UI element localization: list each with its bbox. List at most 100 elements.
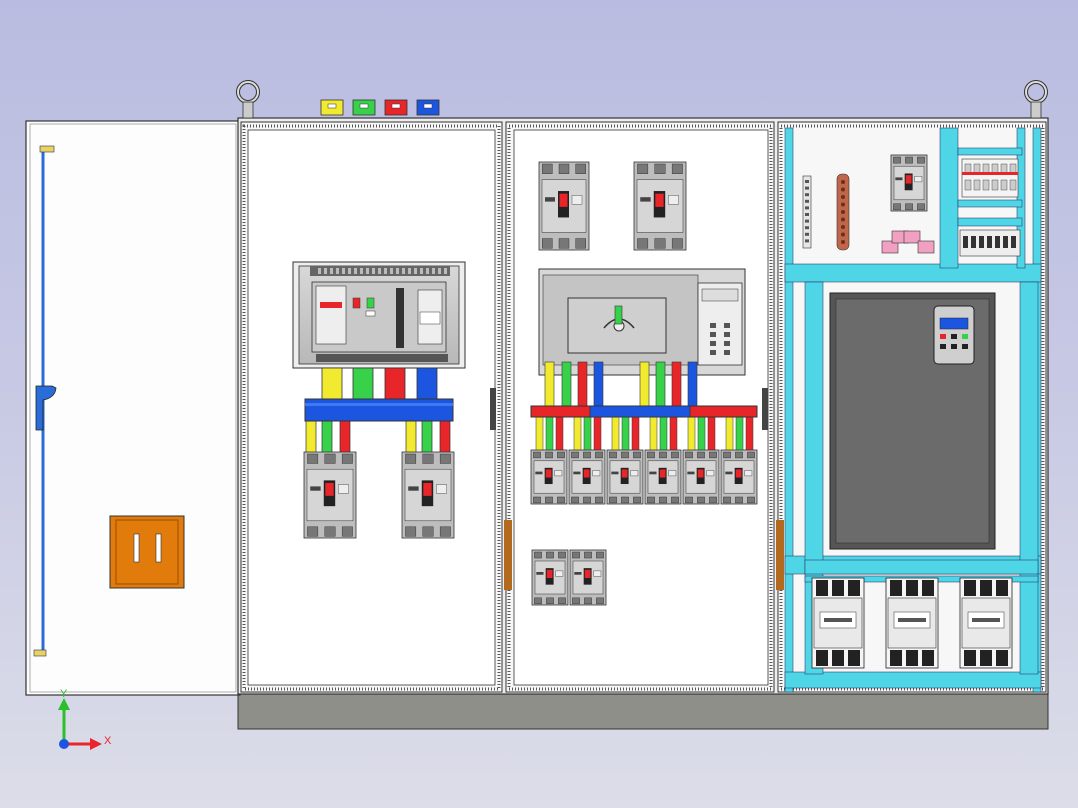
terminal-block <box>903 230 921 244</box>
phase-bar <box>416 367 438 401</box>
terminal <box>979 236 984 248</box>
mcb <box>1009 179 1017 191</box>
phase-bar <box>639 361 650 409</box>
phase-bar <box>384 367 406 401</box>
terminal-point <box>805 186 809 190</box>
phase-drop <box>745 416 754 454</box>
terminal <box>1011 236 1016 248</box>
contactor-icon[interactable] <box>959 577 1013 669</box>
ats-button <box>724 323 730 328</box>
acb-vent <box>384 268 387 274</box>
acb-vent <box>438 268 441 274</box>
terminal <box>971 236 976 248</box>
ats-button <box>710 323 716 328</box>
vfd-panel[interactable] <box>829 292 996 550</box>
ground-bar-hole <box>841 210 845 214</box>
terminal-point <box>805 232 809 236</box>
lifting-eye-icon <box>1024 80 1048 119</box>
phase-drop <box>305 419 317 457</box>
acb-vent <box>354 268 357 274</box>
mounting-rail <box>957 147 1023 156</box>
breaker-icon[interactable] <box>633 161 687 251</box>
phase-drop <box>669 416 678 454</box>
terminal-point <box>805 199 809 203</box>
contactor-icon[interactable] <box>885 577 939 669</box>
acb-vent <box>360 268 363 274</box>
ground-bar-hole <box>841 187 845 192</box>
mounting-rail <box>939 127 959 269</box>
mcb <box>982 179 990 191</box>
acb-vent <box>390 268 393 274</box>
axis-x-label: X <box>104 735 112 747</box>
breaker-icon[interactable] <box>568 449 606 505</box>
breaker-icon[interactable] <box>569 549 607 606</box>
phase-drop <box>535 416 544 454</box>
phase-bar <box>655 361 666 409</box>
ats-button <box>724 350 730 355</box>
phase-drop <box>573 416 582 454</box>
terminal-point <box>805 206 809 210</box>
contactor-icon[interactable] <box>811 577 865 669</box>
phase-drop <box>735 416 744 454</box>
ground-bar-hole <box>841 217 845 222</box>
acb-vent <box>336 268 339 274</box>
acb-vent <box>342 268 345 274</box>
phase-drop <box>321 419 333 457</box>
phase-drop <box>659 416 668 454</box>
mounting-rail <box>957 199 1023 208</box>
changeover-switch[interactable] <box>538 268 746 376</box>
breaker-icon[interactable] <box>720 449 758 505</box>
ats-button <box>710 350 716 355</box>
acb-vent <box>432 268 435 274</box>
breaker-icon[interactable] <box>644 449 682 505</box>
phase-drop <box>707 416 716 454</box>
phase-drop <box>339 419 351 457</box>
phase-drop <box>611 416 620 454</box>
acb-vent <box>402 268 405 274</box>
acb-vent <box>330 268 333 274</box>
breaker-icon[interactable] <box>303 451 357 539</box>
phase-drop <box>439 419 451 457</box>
phase-bar <box>671 361 682 409</box>
phase-drop <box>583 416 592 454</box>
air-circuit-breaker[interactable] <box>292 261 466 369</box>
door-handle[interactable] <box>109 515 185 589</box>
mounting-rail <box>784 127 794 693</box>
ats-button <box>724 332 730 337</box>
mounting-rail <box>784 263 1042 283</box>
phase-drop <box>725 416 734 454</box>
top-terminal-caps <box>320 99 440 116</box>
middle-busbar <box>530 405 758 418</box>
acb-vent <box>372 268 375 274</box>
ground-bar-hole <box>841 232 845 237</box>
breaker-icon[interactable] <box>401 451 455 539</box>
acb-vent <box>420 268 423 274</box>
terminal-cap-slot <box>391 103 401 109</box>
phase-bar <box>561 361 572 409</box>
left-busbar <box>304 398 454 422</box>
acb-vent <box>414 268 417 274</box>
phase-bar <box>321 367 343 401</box>
breaker-icon[interactable] <box>530 449 568 505</box>
breaker-icon[interactable] <box>890 154 928 212</box>
acb-vent <box>444 268 447 274</box>
cabinet-door[interactable] <box>25 120 241 696</box>
phase-drop <box>545 416 554 454</box>
mounting-rail <box>784 671 1042 689</box>
vfd-keypad-icon[interactable] <box>933 305 975 365</box>
breaker-icon[interactable] <box>538 161 590 251</box>
terminal-block <box>917 240 935 254</box>
terminal-cap-slot <box>359 103 369 109</box>
ground-bar-hole <box>841 225 845 229</box>
axis-triad-icon: Y X <box>58 688 112 750</box>
acb-vent <box>396 268 399 274</box>
phase-bar <box>544 361 555 409</box>
breaker-icon[interactable] <box>606 449 644 505</box>
acb-vent <box>426 268 429 274</box>
mcb <box>973 179 981 191</box>
electrical-cabinet-cad-view: Y X <box>25 80 1049 750</box>
phase-drop <box>697 416 706 454</box>
breaker-icon[interactable] <box>682 449 720 505</box>
breaker-icon[interactable] <box>531 549 569 606</box>
axis-y-label: Y <box>60 688 68 700</box>
